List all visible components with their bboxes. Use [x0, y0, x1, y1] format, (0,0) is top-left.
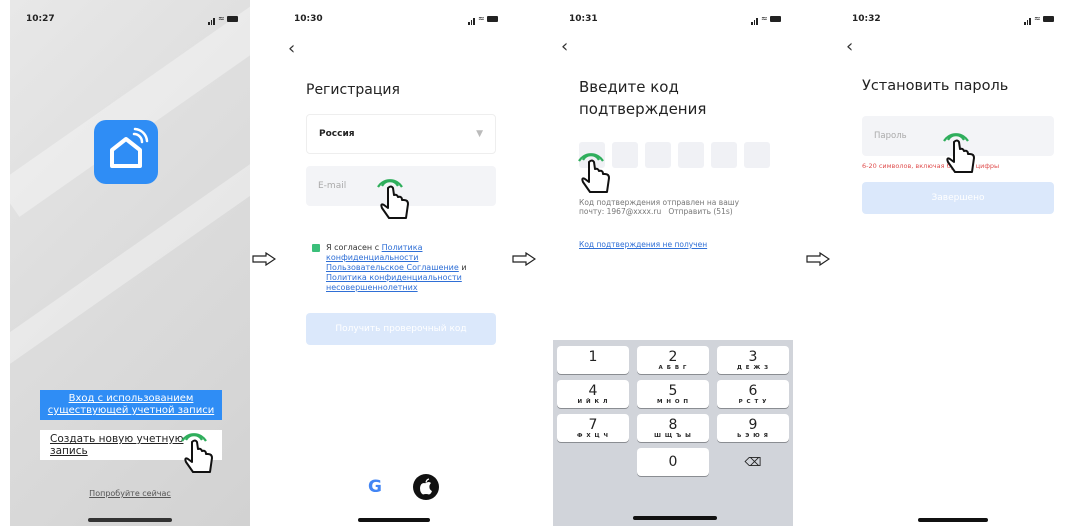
key-5[interactable]: 5М Н О П	[637, 380, 709, 408]
agree-checkbox[interactable]	[312, 244, 320, 252]
code-cell[interactable]	[744, 142, 770, 168]
key-9[interactable]: 9Ь Э Ю Я	[717, 414, 789, 442]
battery-icon	[487, 16, 498, 22]
status-bar: 10:32 ≈	[836, 14, 1066, 28]
code-sent-email: почту: 1967@xxxx.ru	[579, 207, 662, 216]
user-agreement-link[interactable]: Пользовательское Соглашение	[326, 263, 459, 272]
status-bar: 10:31 ≈	[553, 14, 793, 28]
status-icons: ≈	[208, 15, 238, 25]
key-8[interactable]: 8Ш Щ Ъ Ы	[637, 414, 709, 442]
country-value: Россия	[319, 129, 355, 139]
status-bar: 10:27 ≈	[10, 14, 250, 28]
arrow-right-icon	[512, 252, 536, 266]
code-cell[interactable]	[645, 142, 671, 168]
code-sent-line: Код подтверждения отправлен на вашу	[579, 198, 740, 207]
finish-button[interactable]: Завершено	[862, 182, 1054, 214]
status-icons: ≈	[1024, 15, 1054, 25]
wifi-icon: ≈	[218, 14, 225, 23]
signal-icon	[1024, 17, 1032, 25]
battery-icon	[1043, 16, 1054, 22]
tap-hand-icon	[940, 132, 982, 178]
screen-set-password: 10:32 ≈ ‹ Установить пароль Пароль 6-20 …	[836, 0, 1066, 526]
battery-icon	[227, 16, 238, 22]
key-3[interactable]: 3Д Е Ж З	[717, 346, 789, 374]
status-time: 10:32	[852, 14, 881, 24]
status-icons: ≈	[468, 15, 498, 25]
wifi-icon: ≈	[478, 14, 485, 23]
resend-countdown[interactable]: Отправить (51s)	[668, 207, 732, 216]
status-time: 10:27	[26, 14, 55, 24]
back-button[interactable]: ‹	[288, 38, 295, 59]
numeric-keypad: 1 2А Б В Г 3Д Е Ж З 4И Й К Л 5М Н О П 6Р…	[553, 340, 793, 526]
back-button[interactable]: ‹	[846, 36, 853, 57]
smart-home-app-icon	[94, 120, 158, 184]
home-indicator	[918, 518, 988, 522]
status-time: 10:30	[294, 14, 323, 24]
try-now-link[interactable]: Попробуйте сейчас	[10, 489, 250, 498]
get-code-button[interactable]: Получить проверочный код	[306, 313, 496, 345]
status-bar: 10:30 ≈	[278, 14, 510, 28]
key-2[interactable]: 2А Б В Г	[637, 346, 709, 374]
page-title: Введите код подтверждения	[579, 78, 707, 118]
arrow-right-icon	[806, 252, 830, 266]
wifi-icon: ≈	[1034, 14, 1041, 23]
home-indicator	[358, 518, 430, 522]
chevron-down-icon: ▼	[476, 129, 483, 139]
arrow-right-icon	[252, 252, 276, 266]
home-indicator	[633, 516, 717, 520]
agree-text: Я согласен с	[326, 243, 382, 252]
country-select[interactable]: Россия ▼	[306, 114, 496, 154]
back-button[interactable]: ‹	[561, 36, 568, 57]
signal-icon	[208, 17, 216, 25]
backspace-icon[interactable]: ⌫	[717, 448, 789, 476]
apple-icon[interactable]	[413, 474, 439, 500]
google-icon[interactable]: G	[366, 478, 384, 496]
signal-icon	[468, 17, 476, 25]
key-7[interactable]: 7Ф Х Ц Ч	[557, 414, 629, 442]
tap-hand-icon	[575, 152, 617, 198]
agreement-block: Я согласен с Политика конфиденциальности…	[312, 243, 498, 293]
home-indicator	[88, 518, 172, 522]
key-0[interactable]: 0	[637, 448, 709, 476]
code-not-received-link[interactable]: Код подтверждения не получен	[579, 240, 707, 249]
status-icons: ≈	[751, 15, 781, 25]
screen-registration: 10:30 ≈ ‹ Регистрация Россия ▼ E-mail Я …	[278, 0, 510, 526]
screen-verification-code: 10:31 ≈ ‹ Введите код подтверждения Код …	[553, 0, 793, 526]
wifi-icon: ≈	[761, 14, 768, 23]
key-4[interactable]: 4И Й К Л	[557, 380, 629, 408]
battery-icon	[770, 16, 781, 22]
page-title: Регистрация	[306, 82, 400, 98]
code-sent-message: Код подтверждения отправлен на вашу почт…	[579, 198, 769, 216]
status-time: 10:31	[569, 14, 598, 24]
minors-privacy-link[interactable]: Политика конфиденциальности несовершенно…	[326, 273, 462, 292]
agree-and-text: и	[458, 263, 467, 272]
tap-hand-icon	[178, 432, 220, 478]
screen-welcome: 10:27 ≈ Вход с использованием существующ…	[10, 0, 250, 526]
tap-hand-icon	[374, 178, 416, 224]
background-light-stripe	[10, 0, 250, 217]
code-cell[interactable]	[711, 142, 737, 168]
key-6[interactable]: 6Р С Т У	[717, 380, 789, 408]
signal-icon	[751, 17, 759, 25]
code-cell[interactable]	[678, 142, 704, 168]
key-1[interactable]: 1	[557, 346, 629, 374]
login-existing-account-button[interactable]: Вход с использованием существующей учетн…	[40, 390, 222, 420]
page-title: Установить пароль	[862, 78, 1009, 94]
